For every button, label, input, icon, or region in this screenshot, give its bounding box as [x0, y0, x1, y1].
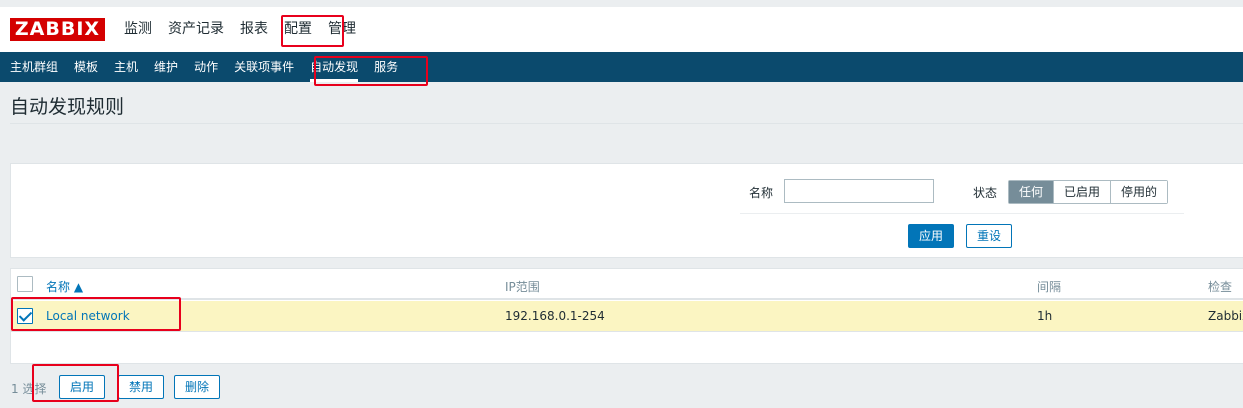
discovery-rules-table: 名称 ▲ IP范围 间隔 检查 Local network 192.168.0.…: [10, 268, 1243, 364]
reset-button[interactable]: 重设: [966, 224, 1013, 248]
row-checkbox[interactable]: [17, 308, 33, 324]
status-enabled-option[interactable]: 已启用: [1053, 181, 1111, 203]
sub-nav-maintenance[interactable]: 维护: [146, 52, 186, 82]
filter-divider: [740, 213, 1184, 214]
sub-nav-services[interactable]: 服务: [366, 52, 406, 82]
sub-nav: 主机群组 模板 主机 维护 动作 关联项事件 自动发现 服务: [0, 52, 1243, 82]
table-row: Local network 192.168.0.1-254 1h Zabbix: [11, 301, 1243, 332]
main-nav-configuration-label: 配置: [284, 21, 312, 37]
sub-nav-hosts[interactable]: 主机: [106, 52, 146, 82]
main-nav-inventory[interactable]: 资产记录: [160, 7, 232, 52]
mass-action-bar: 1 选择 启用 禁用 删除: [0, 374, 1243, 402]
selected-count: 1 选择: [11, 382, 47, 396]
rule-ip-range: 192.168.0.1-254: [505, 309, 605, 323]
name-filter-label: 名称: [749, 186, 774, 200]
column-interval: 间隔: [1037, 280, 1062, 294]
rule-interval: 1h: [1037, 309, 1053, 323]
rule-name-link[interactable]: Local network: [46, 309, 130, 323]
column-name-sort[interactable]: 名称 ▲: [46, 278, 83, 295]
main-nav-administration[interactable]: 管理: [320, 7, 364, 52]
rule-checks: Zabbix: [1208, 309, 1243, 323]
top-bar: ZABBIX 监测 资产记录 报表 配置 管理: [0, 0, 1243, 59]
main-nav-reports[interactable]: 报表: [232, 7, 276, 52]
filter-panel: 名称 状态 任何 已启用 停用的 应用 重设: [10, 163, 1243, 258]
sub-nav-event-correlation[interactable]: 关联项事件: [226, 52, 302, 82]
main-nav-monitoring[interactable]: 监测: [116, 7, 160, 52]
sub-nav-host-groups[interactable]: 主机群组: [2, 52, 66, 82]
enable-button[interactable]: 启用: [59, 375, 106, 399]
delete-button[interactable]: 删除: [174, 375, 221, 399]
status-filter-segmented: 任何 已启用 停用的: [1008, 180, 1169, 204]
column-checks: 检查: [1208, 280, 1233, 294]
table-header: 名称 ▲ IP范围 间隔 检查: [11, 269, 1243, 300]
select-all-checkbox[interactable]: [17, 276, 33, 292]
sub-nav-discovery[interactable]: 自动发现: [302, 52, 366, 82]
status-disabled-option[interactable]: 停用的: [1110, 181, 1168, 203]
name-filter-input[interactable]: [784, 179, 934, 203]
sub-nav-templates[interactable]: 模板: [66, 52, 106, 82]
status-filter-label: 状态: [973, 186, 998, 200]
main-nav: 监测 资产记录 报表 配置 管理: [116, 7, 364, 59]
column-ip-range: IP范围: [505, 280, 540, 294]
title-divider: [10, 123, 1243, 124]
sub-nav-actions[interactable]: 动作: [186, 52, 226, 82]
status-any-option[interactable]: 任何: [1009, 181, 1054, 203]
disable-button[interactable]: 禁用: [118, 375, 165, 399]
page-title: 自动发现规则: [10, 96, 125, 118]
apply-button[interactable]: 应用: [908, 224, 955, 248]
main-nav-configuration[interactable]: 配置: [276, 7, 320, 59]
zabbix-logo[interactable]: ZABBIX: [10, 18, 105, 41]
